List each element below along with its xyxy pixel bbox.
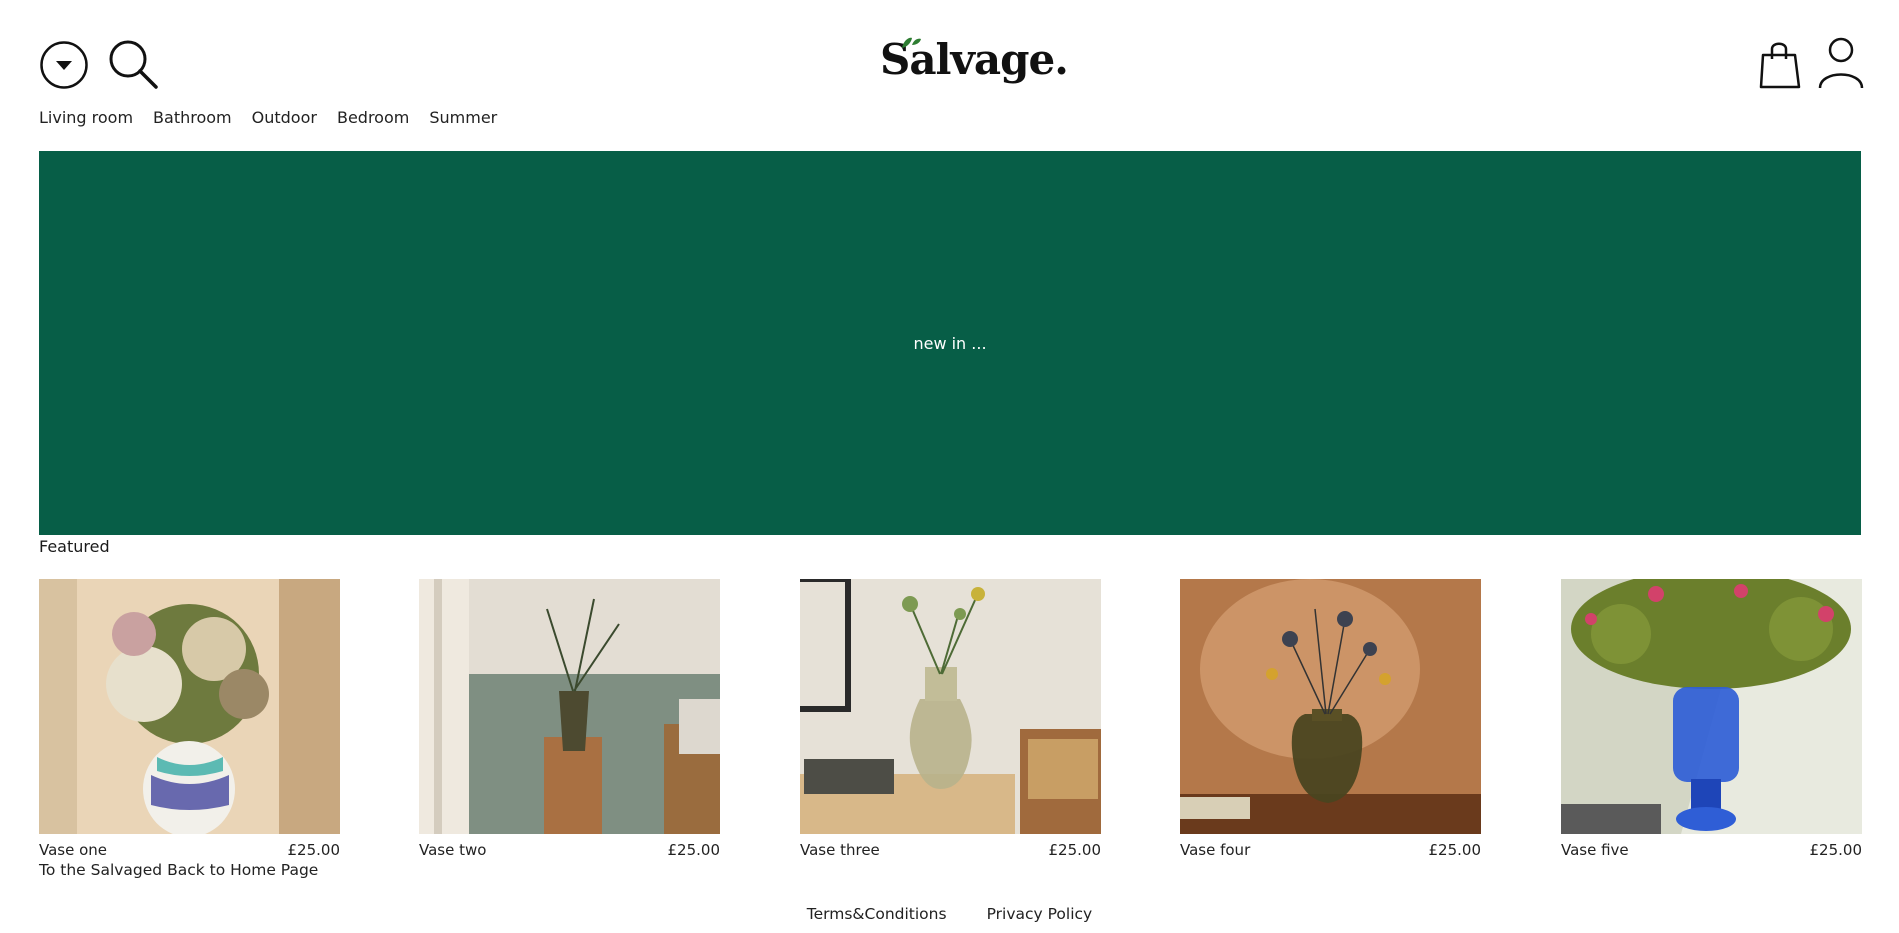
product-meta: Vase three £25.00 <box>800 841 1101 859</box>
hero-banner[interactable]: new in ... <box>39 151 1861 535</box>
shopping-bag-icon[interactable] <box>1759 40 1801 90</box>
product-image <box>800 576 1101 834</box>
product-meta: Vase two £25.00 <box>419 841 720 859</box>
leaf-icon <box>902 37 921 48</box>
privacy-link[interactable]: Privacy Policy <box>987 905 1093 923</box>
terms-link[interactable]: Terms&Conditions <box>807 905 947 923</box>
site-footer: Terms&Conditions Privacy Policy <box>0 905 1899 923</box>
nav-item-living-room[interactable]: Living room <box>39 108 133 127</box>
nav-item-bedroom[interactable]: Bedroom <box>337 108 409 127</box>
nav-item-bathroom[interactable]: Bathroom <box>153 108 232 127</box>
product-meta: Vase four £25.00 <box>1180 841 1481 859</box>
product-name: Vase three <box>800 841 880 859</box>
product-price: £25.00 <box>1048 841 1102 859</box>
product-card[interactable]: Vase three £25.00 <box>800 576 1101 859</box>
product-name: Vase four <box>1180 841 1251 859</box>
product-price: £25.00 <box>287 841 341 859</box>
nav-item-summer[interactable]: Summer <box>429 108 497 127</box>
product-name: Vase two <box>419 841 487 859</box>
product-image <box>1180 579 1481 834</box>
product-image <box>419 579 720 834</box>
product-card[interactable]: Vase one £25.00 <box>39 579 340 859</box>
hero-text: new in ... <box>913 333 987 353</box>
product-card[interactable]: Vase two £25.00 <box>419 579 720 859</box>
featured-heading: Featured <box>39 537 110 556</box>
product-image <box>1561 569 1862 834</box>
product-price: £25.00 <box>667 841 721 859</box>
site-logo[interactable]: Salvage. <box>880 30 1069 90</box>
category-nav: Living room Bathroom Outdoor Bedroom Sum… <box>39 108 497 127</box>
product-price: £25.00 <box>1809 841 1863 859</box>
product-name: Vase one <box>39 841 108 859</box>
product-card[interactable]: Vase four £25.00 <box>1180 579 1481 859</box>
product-price: £25.00 <box>1428 841 1482 859</box>
nav-item-outdoor[interactable]: Outdoor <box>252 108 317 127</box>
user-icon[interactable] <box>1818 36 1864 90</box>
home-page-link[interactable]: To the Salvaged Back to Home Page <box>39 861 318 879</box>
product-image <box>39 579 340 837</box>
chevron-down-circle-icon[interactable] <box>39 40 89 90</box>
product-meta: Vase one £25.00 <box>39 841 340 859</box>
product-meta: Vase five £25.00 <box>1561 841 1862 859</box>
product-card[interactable]: Vase five £25.00 <box>1561 569 1862 859</box>
search-icon[interactable] <box>107 38 159 90</box>
product-name: Vase five <box>1561 841 1629 859</box>
site-header: Salvage. <box>0 0 1899 100</box>
